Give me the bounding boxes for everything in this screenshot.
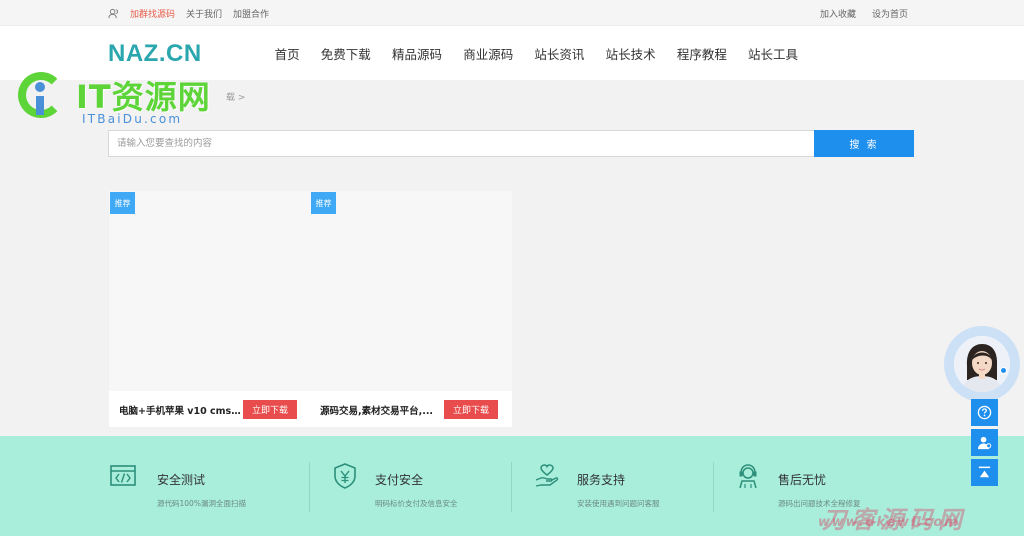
customer-service-avatar[interactable] bbox=[944, 326, 1020, 402]
nav-item-tutorials[interactable]: 程序教程 bbox=[666, 44, 737, 63]
divider bbox=[309, 462, 310, 512]
add-favorite-link[interactable]: 加入收藏 bbox=[820, 7, 856, 20]
nav-item-home[interactable]: 首页 bbox=[264, 44, 310, 63]
join-group-link[interactable]: 加群找源码 bbox=[130, 7, 175, 20]
watermark-itbaidu: IT资源网 ITBaiDu.com bbox=[18, 70, 258, 130]
download-button[interactable]: 立即下载 bbox=[444, 400, 498, 419]
nav-item-webmaster-news[interactable]: 站长资讯 bbox=[524, 44, 595, 63]
product-thumbnail[interactable] bbox=[109, 191, 311, 391]
help-button[interactable] bbox=[971, 399, 998, 426]
headset-agent-icon bbox=[739, 464, 757, 489]
nav-item-webmaster-tools[interactable]: 站长工具 bbox=[737, 44, 808, 63]
feature-desc: 明码标价支付及信息安全 bbox=[375, 499, 458, 508]
product-title[interactable]: 源码交易,素材交易平台,... bbox=[320, 403, 442, 417]
user-service-icon bbox=[977, 436, 992, 450]
nav-item-free-download[interactable]: 免费下载 bbox=[310, 44, 381, 63]
main-nav: 首页 免费下载 精品源码 商业源码 站长资讯 站长技术 程序教程 站长工具 bbox=[264, 26, 809, 80]
set-homepage-link[interactable]: 设为首页 bbox=[872, 7, 908, 20]
divider bbox=[713, 462, 714, 512]
feature-service-support: 服务支持 安装使用遇到问题问客服 bbox=[533, 436, 735, 536]
top-bar: 加群找源码 关于我们 加盟合作 加入收藏 设为首页 bbox=[0, 0, 1024, 26]
top-bar-right: 加入收藏 设为首页 bbox=[820, 0, 908, 26]
feature-title: 售后无忧 bbox=[778, 473, 827, 487]
join-cooperation-link[interactable]: 加盟合作 bbox=[233, 7, 269, 20]
site-logo[interactable]: NAZ.CN bbox=[108, 40, 202, 68]
product-title[interactable]: 电脑+手机苹果 v10 cms... bbox=[119, 403, 241, 417]
download-button[interactable]: 立即下载 bbox=[243, 400, 297, 419]
feature-desc: 源代码100%漏洞全面扫描 bbox=[157, 499, 246, 508]
recommend-badge: 推荐 bbox=[311, 192, 336, 214]
online-status-dot bbox=[1000, 367, 1007, 374]
nav-item-webmaster-tech[interactable]: 站长技术 bbox=[595, 44, 666, 63]
agent-avatar-icon bbox=[954, 336, 1010, 392]
watermark-logo-bar bbox=[36, 96, 44, 115]
watermark-dkewl: 刀客源码网 www.dkewl.com bbox=[796, 502, 1018, 536]
nav-item-commercial-source[interactable]: 商业源码 bbox=[453, 44, 524, 63]
back-to-top-button[interactable] bbox=[971, 459, 998, 486]
feature-title: 服务支持 bbox=[577, 473, 626, 487]
heart-hand-icon bbox=[535, 464, 559, 487]
question-circle-icon bbox=[977, 405, 992, 420]
contact-service-button[interactable] bbox=[971, 429, 998, 456]
product-thumbnail[interactable] bbox=[310, 191, 512, 391]
watermark-url: www.dkewl.com bbox=[818, 515, 960, 530]
top-bar-left: 加群找源码 关于我们 加盟合作 bbox=[108, 0, 269, 26]
search-bar: 搜 索 bbox=[108, 130, 914, 157]
feature-title: 支付安全 bbox=[375, 473, 424, 487]
feature-title: 安全测试 bbox=[157, 473, 206, 487]
watermark-logo-dot bbox=[35, 82, 45, 92]
code-window-icon bbox=[110, 465, 136, 486]
search-input[interactable] bbox=[108, 130, 814, 157]
back-to-top-icon bbox=[978, 466, 991, 478]
avatar bbox=[954, 336, 1010, 392]
about-us-link[interactable]: 关于我们 bbox=[186, 7, 222, 20]
nav-item-premium-source[interactable]: 精品源码 bbox=[381, 44, 452, 63]
search-button[interactable]: 搜 索 bbox=[814, 130, 914, 157]
watermark-url: ITBaiDu.com bbox=[82, 112, 183, 126]
feature-payment-security: 支付安全 明码标价支付及信息安全 bbox=[331, 436, 533, 536]
recommend-badge: 推荐 bbox=[110, 192, 135, 214]
product-card[interactable]: 推荐 源码交易,素材交易平台,... 立即下载 bbox=[310, 191, 512, 427]
divider bbox=[511, 462, 512, 512]
feature-security-test: 安全测试 源代码100%漏洞全面扫描 bbox=[109, 436, 311, 536]
feature-desc: 安装使用遇到问题问客服 bbox=[577, 499, 660, 508]
shield-yen-icon bbox=[334, 463, 356, 489]
user-group-icon bbox=[108, 8, 119, 18]
product-card[interactable]: 推荐 电脑+手机苹果 v10 cms... 立即下载 bbox=[109, 191, 311, 427]
